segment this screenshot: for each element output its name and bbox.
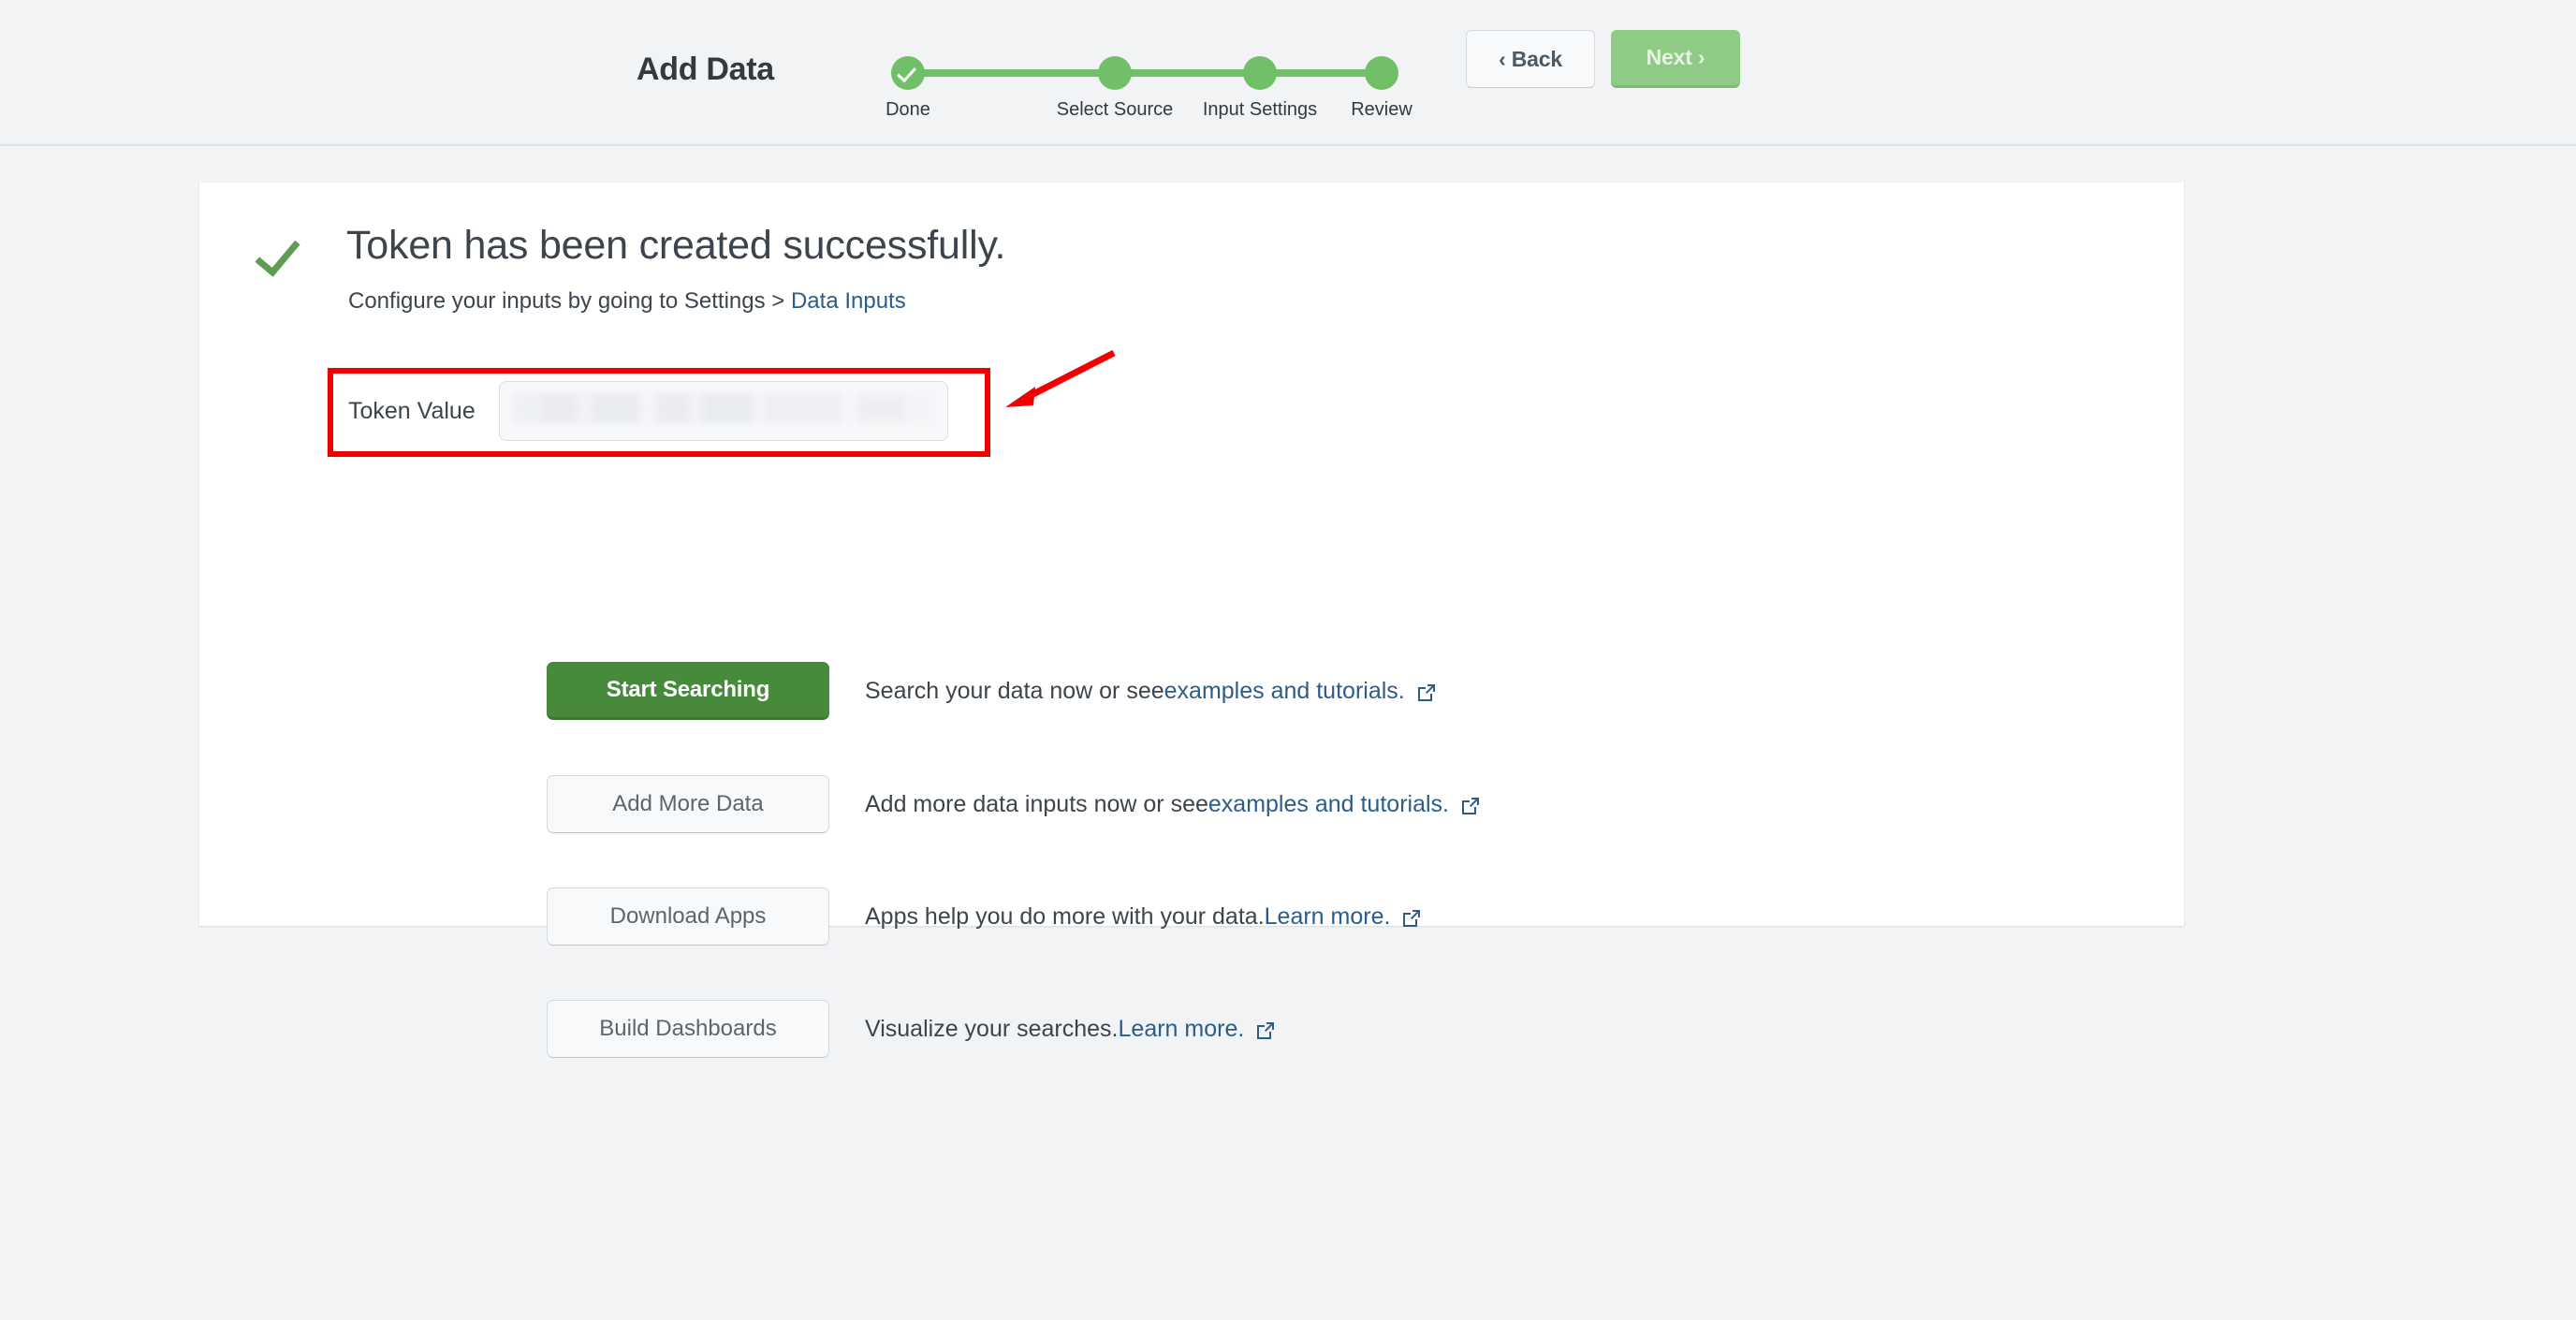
start-searching-description: Search your data now or see examples and… <box>865 678 1437 705</box>
page-title: Add Data <box>637 51 774 88</box>
success-checkmark-icon <box>255 227 307 280</box>
step-done[interactable]: Done <box>842 22 973 121</box>
action-row-download-apps: Download Apps Apps help you do more with… <box>547 887 1422 946</box>
action-row-build-dashboards: Build Dashboards Visualize your searches… <box>547 1000 1276 1058</box>
add-more-data-description: Add more data inputs now or see examples… <box>865 791 1481 818</box>
add-more-data-text-before: Add more data inputs now or see <box>865 791 1208 818</box>
build-dashboards-description: Visualize your searches. Learn more. <box>865 1016 1276 1043</box>
token-value-input[interactable] <box>499 381 948 441</box>
page-header: Add Data Select Source Input Settings Re… <box>0 0 2576 146</box>
success-card: Token has been created successfully. Con… <box>199 183 2184 926</box>
token-value-label: Token Value <box>348 398 476 425</box>
download-apps-button[interactable]: Download Apps <box>547 887 829 946</box>
download-apps-link[interactable]: Learn more. <box>1265 903 1391 931</box>
back-button[interactable]: ‹ Back <box>1466 30 1595 88</box>
configure-inputs-prefix: Configure your inputs by going to Settin… <box>348 288 791 314</box>
step-label-input-settings: Input Settings <box>1194 99 1325 121</box>
start-searching-link[interactable]: examples and tutorials. <box>1164 678 1405 705</box>
build-dashboards-button[interactable]: Build Dashboards <box>547 1000 829 1058</box>
step-label-review: Review <box>1316 99 1447 121</box>
external-link-icon[interactable] <box>1401 908 1422 929</box>
data-inputs-link[interactable]: Data Inputs <box>791 288 906 314</box>
download-apps-description: Apps help you do more with your data. Le… <box>865 903 1422 931</box>
step-dot-review <box>1365 56 1398 90</box>
external-link-icon[interactable] <box>1460 796 1481 816</box>
action-row-add-more-data: Add More Data Add more data inputs now o… <box>547 775 1481 833</box>
token-value-redacted-overlay <box>513 393 934 423</box>
add-more-data-link[interactable]: examples and tutorials. <box>1208 791 1449 818</box>
build-dashboards-link[interactable]: Learn more. <box>1119 1016 1245 1043</box>
configure-inputs-text: Configure your inputs by going to Settin… <box>348 288 906 315</box>
step-dot-done-check-icon <box>891 56 925 90</box>
progress-stepper: Select Source Input Settings Review Done <box>842 22 1442 125</box>
start-searching-text-before: Search your data now or see <box>865 678 1164 705</box>
external-link-icon[interactable] <box>1255 1020 1276 1041</box>
add-more-data-button[interactable]: Add More Data <box>547 775 829 833</box>
external-link-icon[interactable] <box>1416 682 1437 703</box>
start-searching-button[interactable]: Start Searching <box>547 662 829 720</box>
token-value-row: Token Value <box>348 381 948 441</box>
step-select-source[interactable]: Select Source <box>1049 22 1180 121</box>
step-review[interactable]: Review <box>1316 22 1447 121</box>
step-label-select-source: Select Source <box>1049 99 1180 121</box>
download-apps-text-before: Apps help you do more with your data. <box>865 903 1265 931</box>
build-dashboards-text-before: Visualize your searches. <box>865 1016 1119 1043</box>
action-row-start-searching: Start Searching Search your data now or … <box>547 662 1437 720</box>
step-dot-select-source <box>1098 56 1132 90</box>
next-button[interactable]: Next › <box>1611 30 1740 88</box>
step-dot-input-settings <box>1243 56 1277 90</box>
step-input-settings[interactable]: Input Settings <box>1194 22 1325 121</box>
success-heading: Token has been created successfully. <box>346 223 1005 269</box>
step-label-done: Done <box>842 99 973 121</box>
